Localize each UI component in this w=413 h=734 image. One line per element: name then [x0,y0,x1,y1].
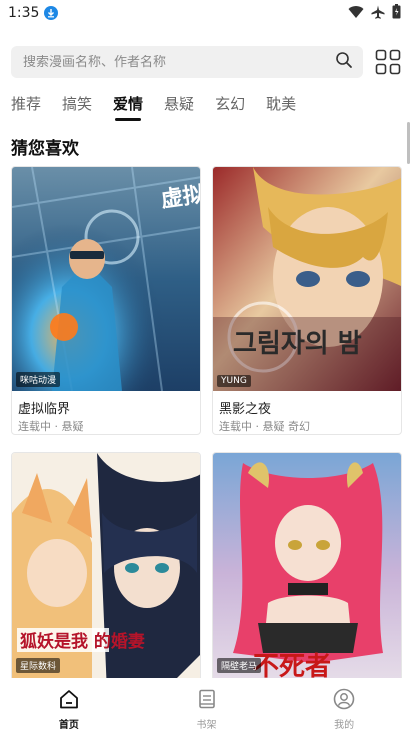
status-time: 1:35 [8,5,40,21]
nav-label: 我的 [334,720,355,731]
tab-recommend[interactable]: 推荐 [11,93,41,121]
cover-title-art: 그림자의 밤 [233,329,362,359]
search-box[interactable] [11,46,363,78]
cover-source-tag: 咪咕动漫 [16,372,61,387]
cover-source-tag: YUNG [217,375,251,387]
cover-source-tag: 隔壁老马 [217,658,262,673]
bottom-nav: 首页 书架 我的 [0,678,413,734]
search-input[interactable] [23,54,335,70]
comic-card[interactable]: 狐妖是我 的婚妻 星际数科 [11,452,201,692]
comic-card[interactable]: 不死者 隔壁老马 [212,452,402,692]
comic-cover[interactable]: 虚拟临界 咪咕动漫 [12,167,200,391]
comic-cover[interactable]: 不死者 隔壁老马 [213,453,401,691]
nav-label: 书架 [196,720,217,731]
tab-mystery[interactable]: 悬疑 [164,93,194,121]
airplane-icon [371,4,385,23]
tab-bl[interactable]: 耽美 [266,93,296,121]
comic-title: 虚拟临界 [18,402,71,417]
home-icon [58,688,80,714]
comic-cover[interactable]: 狐妖是我 的婚妻 星际数科 [12,453,200,691]
category-tabs: 推荐 搞笑 爱情 悬疑 玄幻 耽美 [11,93,317,121]
comic-card[interactable]: 그림자의 밤 YUNG 黑影之夜 连载中 · 悬疑 奇幻 [212,166,402,435]
cover-source-tag: 星际数科 [16,658,61,673]
section-title: 猜您喜欢 [11,139,79,159]
search-icon[interactable] [335,51,353,73]
scrollbar[interactable] [407,122,410,164]
tab-comedy[interactable]: 搞笑 [62,93,92,121]
wifi-icon [348,4,364,23]
bookshelf-icon [196,688,218,714]
tab-romance[interactable]: 爱情 [113,93,143,121]
comic-meta: 连载中 · 悬疑 奇幻 [219,420,310,433]
tab-fantasy[interactable]: 玄幻 [215,93,245,121]
comic-meta: 连载中 · 悬疑 [18,420,84,433]
status-bar: 1:35 [0,0,413,26]
nav-label: 首页 [58,720,79,731]
battery-icon [392,3,401,23]
nav-bookshelf[interactable]: 书架 [138,678,276,734]
profile-icon [333,688,355,714]
comic-title: 黑影之夜 [219,402,272,417]
nav-home[interactable]: 首页 [0,678,138,734]
search-row [11,45,413,79]
download-icon [44,6,59,20]
category-grid-icon[interactable] [375,49,401,75]
nav-profile[interactable]: 我的 [275,678,413,734]
cover-title-art: 狐妖是我 的婚妻 [20,631,145,652]
comic-cover[interactable]: 그림자의 밤 YUNG [213,167,401,391]
comic-card[interactable]: 虚拟临界 咪咕动漫 虚拟临界 连载中 · 悬疑 [11,166,201,435]
